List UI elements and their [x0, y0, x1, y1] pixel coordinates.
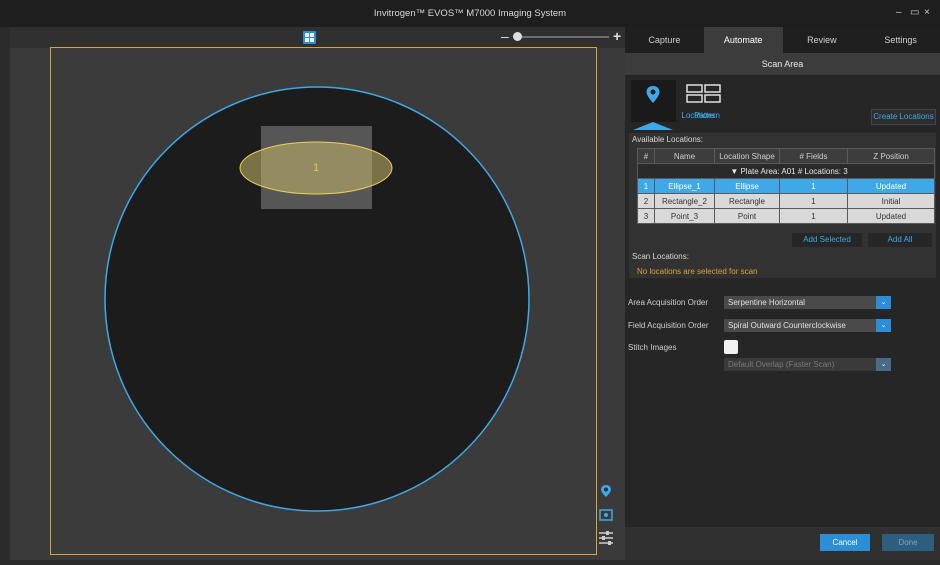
title-bar: Invitrogen™ EVOS™ M7000 Imaging System	[0, 0, 940, 27]
view-toggle-icon[interactable]	[597, 506, 615, 524]
chevron-down-icon: ⌄	[876, 358, 891, 371]
row-shape: Ellipse	[714, 178, 780, 194]
col-num[interactable]: #	[637, 148, 655, 164]
field-order-label: Field Acquisition Order	[628, 321, 709, 330]
row-num: 2	[637, 193, 655, 209]
collapse-triangle-icon[interactable]: ▼	[730, 167, 740, 176]
add-selected-button[interactable]: Add Selected	[792, 233, 862, 247]
row-fields: 1	[779, 193, 848, 209]
area-order-select[interactable]: Serpentine Horizontal ⌄	[724, 296, 891, 309]
minimize-button[interactable]: ‒	[896, 0, 902, 27]
col-z[interactable]: Z Position	[847, 148, 935, 164]
map-pin-icon	[646, 86, 660, 103]
col-fields[interactable]: # Fields	[779, 148, 848, 164]
stitch-images-checkbox[interactable]	[724, 340, 738, 354]
overlap-select: Default Overlap (Faster Scan) ⌄	[724, 358, 891, 371]
tab-review[interactable]: Review	[782, 27, 862, 53]
table-row[interactable]: 3 Point_3 Point 1 Updated	[637, 208, 935, 224]
plate-group-row[interactable]: ▼ Plate Area: A01 # Locations: 3	[637, 163, 935, 179]
field-order-select[interactable]: Spiral Outward Counterclockwise ⌄	[724, 319, 891, 332]
row-name: Ellipse_1	[654, 178, 715, 194]
row-name: Rectangle_2	[654, 193, 715, 209]
row-shape: Rectangle	[714, 193, 780, 209]
overlap-value: Default Overlap (Faster Scan)	[728, 360, 835, 369]
panel-footer: Cancel Done	[625, 527, 940, 560]
row-z: Updated	[847, 178, 935, 194]
plate-viewer: ‒ + 1	[10, 27, 625, 560]
col-name[interactable]: Name	[654, 148, 715, 164]
add-all-button[interactable]: Add All	[868, 233, 932, 247]
no-locations-message: No locations are selected for scan	[637, 267, 758, 276]
table-row[interactable]: 2 Rectangle_2 Rectangle 1 Initial	[637, 193, 935, 209]
row-fields: 1	[779, 208, 848, 224]
row-name: Point_3	[654, 208, 715, 224]
chevron-down-icon[interactable]: ⌄	[876, 319, 891, 332]
row-shape: Point	[714, 208, 780, 224]
tab-capture[interactable]: Capture	[625, 27, 704, 53]
adjustments-icon[interactable]	[597, 528, 615, 548]
row-z: Updated	[847, 208, 935, 224]
row-num: 3	[637, 208, 655, 224]
field-order-value: Spiral Outward Counterclockwise	[728, 321, 846, 330]
scan-locations-label: Scan Locations:	[632, 252, 689, 261]
pattern-label: Pattern	[694, 111, 720, 120]
stitch-images-label: Stitch Images	[628, 343, 677, 352]
table-row[interactable]: 1 Ellipse_1 Ellipse 1 Updated	[637, 178, 935, 194]
location-number-label: 1	[313, 162, 319, 174]
pattern-button[interactable]: Pattern	[683, 80, 731, 122]
pattern-grid-icon	[686, 84, 721, 103]
available-locations-box: Available Locations: # Name Location Sha…	[629, 133, 936, 278]
location-pin-icon[interactable]	[597, 482, 615, 500]
create-locations-button[interactable]: Create Locations	[871, 109, 936, 125]
selected-caret	[633, 122, 673, 130]
row-z: Initial	[847, 193, 935, 209]
chevron-down-icon[interactable]: ⌄	[876, 296, 891, 309]
cancel-button[interactable]: Cancel	[820, 534, 870, 551]
done-button[interactable]: Done	[882, 534, 934, 551]
well-canvas: 1	[104, 86, 530, 512]
row-fields: 1	[779, 178, 848, 194]
plate-row-label: Plate Area: A01 # Locations: 3	[740, 166, 848, 176]
window-title: Invitrogen™ EVOS™ M7000 Imaging System	[373, 8, 567, 19]
close-button[interactable]: ×	[924, 0, 930, 27]
tab-settings[interactable]: Settings	[861, 27, 940, 53]
tab-bar: Capture Automate Review Settings	[625, 27, 940, 53]
col-shape[interactable]: Location Shape	[714, 148, 780, 164]
tab-automate[interactable]: Automate	[703, 27, 783, 53]
restore-button[interactable]: ▭	[910, 0, 919, 27]
available-locations-label: Available Locations:	[632, 135, 704, 144]
area-order-value: Serpentine Horizontal	[728, 298, 805, 307]
section-title: Scan Area	[625, 53, 940, 75]
right-panel: Capture Automate Review Settings Scan Ar…	[625, 27, 940, 560]
row-num: 1	[637, 178, 655, 194]
locations-table: # Name Location Shape # Fields Z Positio…	[637, 148, 935, 224]
area-order-label: Area Acquisition Order	[628, 298, 709, 307]
locations-button[interactable]: Locations	[631, 80, 716, 122]
